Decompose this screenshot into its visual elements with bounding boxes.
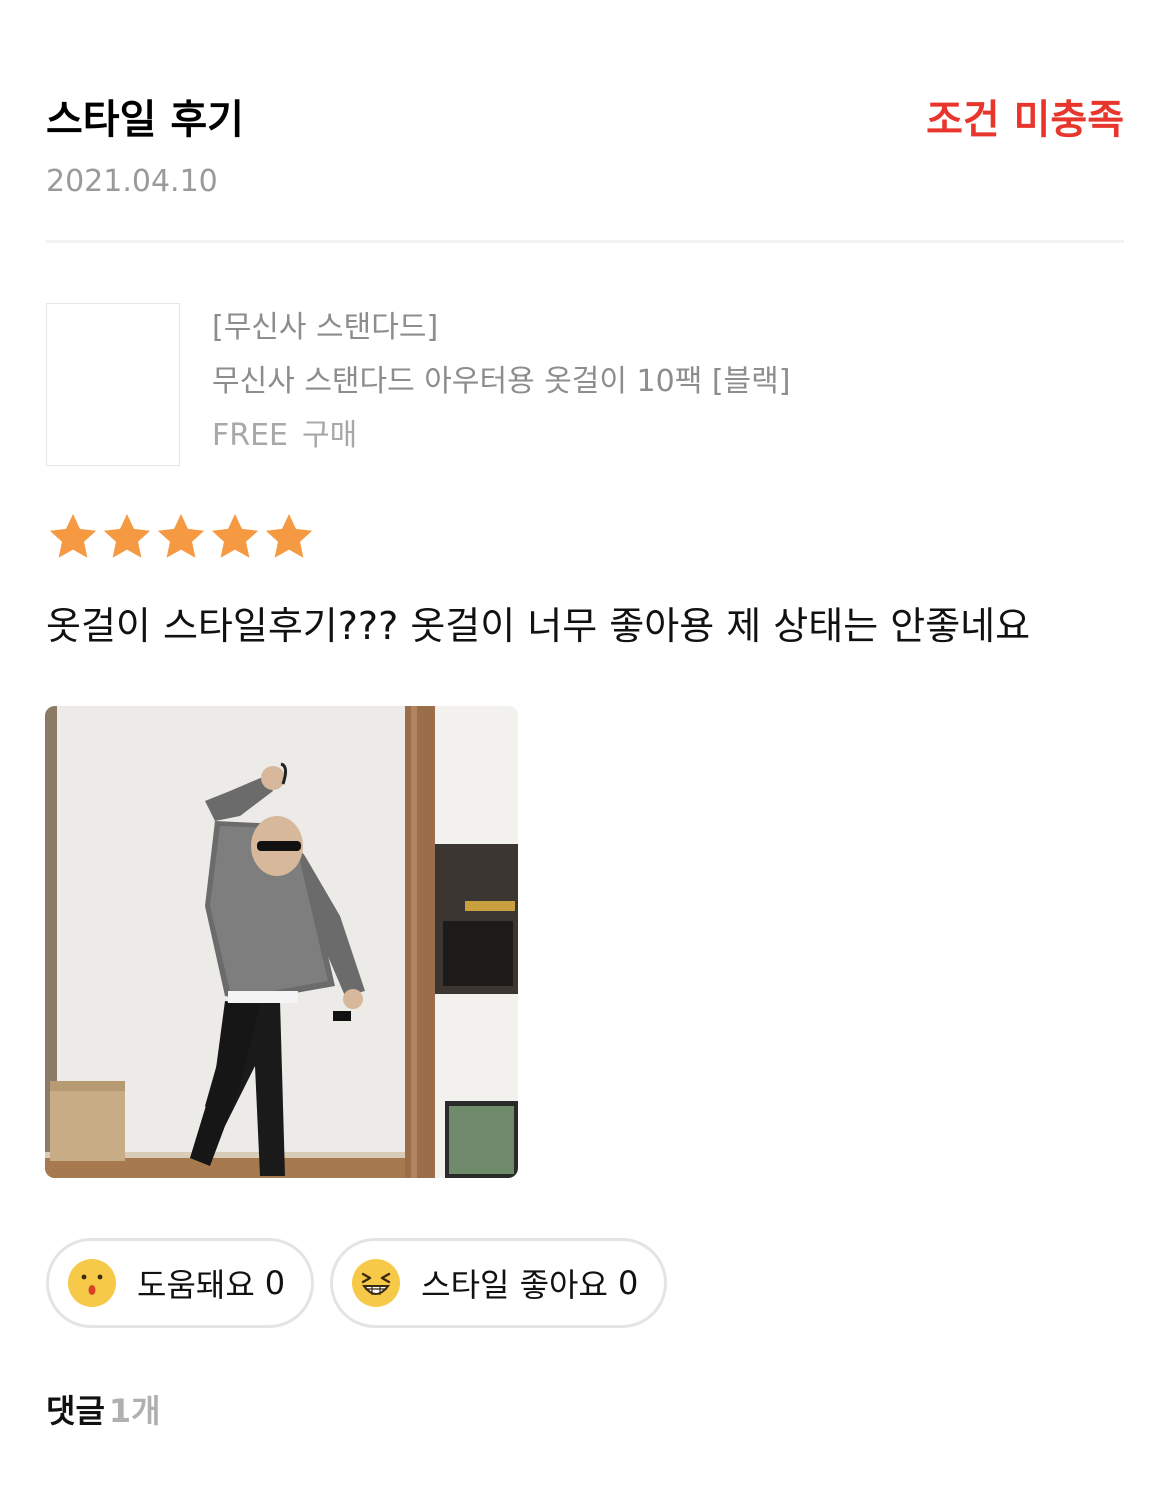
product-thumbnail[interactable] xyxy=(46,303,180,466)
star-icon xyxy=(265,514,313,558)
helpful-count: 0 xyxy=(264,1264,286,1302)
review-photo[interactable] xyxy=(45,706,518,1178)
status-badge: 조건 미충족 xyxy=(926,97,1124,143)
style-like-label: 스타일 좋아요 xyxy=(421,1266,608,1304)
style-like-button[interactable]: 스타일 좋아요 0 xyxy=(330,1238,668,1328)
review-date: 2021.04.10 xyxy=(46,164,218,199)
surprised-face-icon xyxy=(68,1259,116,1307)
reaction-buttons: 도움돼요 0 스타일 좋아요 0 xyxy=(46,1238,668,1328)
star-rating xyxy=(46,510,316,566)
comments-count: 1개 xyxy=(108,1392,161,1430)
star-icon xyxy=(103,514,151,558)
review-text: 옷걸이 스타일후기??? 옷걸이 너무 좋아용 제 상태는 안좋네요 xyxy=(46,604,1031,648)
product-card[interactable]: [무신사 스탠다드] 무신사 스탠다드 아우터용 옷걸이 10팩 [블랙] FR… xyxy=(46,303,1124,466)
grinning-face-icon xyxy=(352,1259,401,1307)
product-brand: [무신사 스탠다드] xyxy=(212,310,439,345)
page-title: 스타일 후기 xyxy=(46,97,244,143)
divider xyxy=(46,240,1124,243)
star-icon xyxy=(157,514,205,558)
star-icon xyxy=(49,514,97,558)
comments-header[interactable]: 댓글 1개 xyxy=(46,1388,161,1434)
product-name: 무신사 스탠다드 아우터용 옷걸이 10팩 [블랙] xyxy=(212,364,791,399)
comments-label: 댓글 xyxy=(46,1392,105,1430)
product-purchase-label: 구매 xyxy=(302,418,358,453)
review-photo-image xyxy=(45,706,518,1178)
product-option: FREE 구매 xyxy=(212,411,371,461)
style-like-count: 0 xyxy=(617,1264,639,1302)
helpful-label: 도움돼요 xyxy=(137,1266,255,1304)
product-option-size: FREE xyxy=(212,418,289,453)
star-icon xyxy=(211,514,259,558)
review-header: 스타일 후기 조건 미충족 xyxy=(46,92,1124,152)
helpful-button[interactable]: 도움돼요 0 xyxy=(46,1238,315,1328)
